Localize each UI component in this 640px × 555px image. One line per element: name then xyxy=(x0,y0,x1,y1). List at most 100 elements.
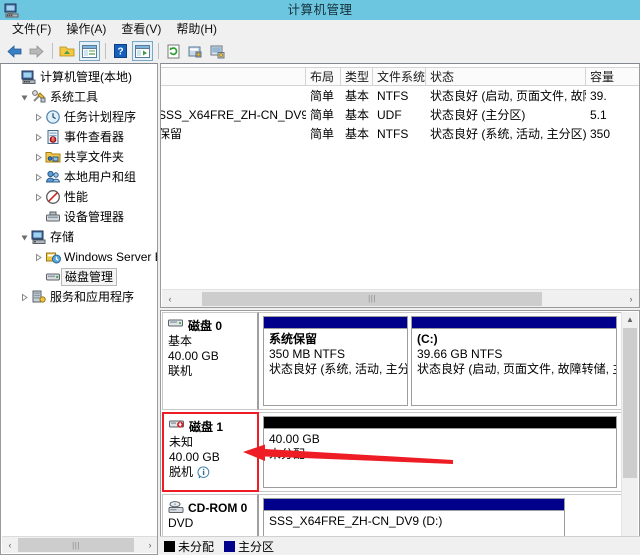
graph-vertical-scrollbar[interactable]: ▲ ▼ xyxy=(621,312,638,554)
column-header-capacity[interactable]: 容量 xyxy=(586,67,639,86)
partition-info: (C:) 39.66 GB NTFS 状态良好 (启动, 页面文件, 故障转储,… xyxy=(412,329,616,377)
menu-view[interactable]: 查看(V) xyxy=(115,21,170,39)
back-icon[interactable] xyxy=(4,41,25,61)
disk-state-row: 脱机 xyxy=(169,465,257,480)
partition-size: 39.66 GB NTFS xyxy=(417,347,503,361)
tree-item-task-scheduler[interactable]: 任务计划程序 xyxy=(5,107,157,127)
partition-c-drive[interactable]: (C:) 39.66 GB NTFS 状态良好 (启动, 页面文件, 故障转储,… xyxy=(411,316,617,406)
partition-color-bar xyxy=(412,317,616,329)
scroll-track[interactable]: ||| xyxy=(18,537,142,553)
menu-help[interactable]: 帮助(H) xyxy=(170,21,226,39)
menu-file[interactable]: 文件(F) xyxy=(6,21,60,39)
tree-item-label: 系统工具 xyxy=(50,90,99,104)
scroll-thumb[interactable]: ||| xyxy=(202,291,542,306)
tree-item-shared-folders[interactable]: 共享文件夹 xyxy=(5,147,157,167)
partition-info: 40.00 GB 未分配 xyxy=(264,429,616,462)
tree-item-disk-management[interactable]: 磁盘管理 xyxy=(5,267,157,287)
tree-expander-expanded[interactable] xyxy=(17,89,31,105)
table-row[interactable]: 保留 简单 基本 NTFS 状态良好 (系统, 活动, 主分区) 350 xyxy=(161,125,639,144)
partition-unallocated[interactable]: 40.00 GB 未分配 xyxy=(263,416,617,488)
volume-list-header: 布局 类型 文件系统 状态 容量 xyxy=(161,67,639,86)
tree-item-label: 事件查看器 xyxy=(64,130,125,144)
disk-row-disk-1[interactable]: 磁盘 1 未知 40.00 GB 脱机 40.00 GB 未分配 xyxy=(162,412,624,492)
tree-expander-expanded[interactable] xyxy=(17,229,31,245)
tree-item-windows-server-backup[interactable]: Windows Server Back xyxy=(5,247,157,267)
show-tree-icon[interactable] xyxy=(79,41,100,61)
tree-expander-collapsed[interactable] xyxy=(31,109,45,125)
scroll-thumb[interactable] xyxy=(623,328,637,478)
disk-size: 40.00 GB xyxy=(169,450,220,464)
toolbar-separator-1 xyxy=(52,43,53,59)
cell-layout: 简单 xyxy=(310,89,335,103)
tree-item-system-tools[interactable]: 系统工具 xyxy=(5,87,157,107)
scroll-right-arrow[interactable]: › xyxy=(142,537,157,553)
disk-state: 联机 xyxy=(168,364,193,378)
tree-item-computer-management[interactable]: 计算机管理(本地) xyxy=(5,67,157,87)
properties-icon[interactable] xyxy=(185,41,206,61)
tree-item-event-viewer[interactable]: ! 事件查看器 xyxy=(5,127,157,147)
disk-row-disk-0[interactable]: 磁盘 0 基本 40.00 GB 联机 系统保留 350 MB NTFS 状态良… xyxy=(162,312,624,410)
disk-size: 40.00 GB xyxy=(168,349,219,363)
up-folder-icon[interactable] xyxy=(57,41,78,61)
tree-item-services-and-applications[interactable]: 服务和应用程序 xyxy=(5,287,157,307)
partition-system-reserved[interactable]: 系统保留 350 MB NTFS 状态良好 (系统, 活动, 主分| xyxy=(263,316,408,406)
tree-expander-collapsed[interactable] xyxy=(31,169,45,185)
disk-header-disk-1[interactable]: 磁盘 1 未知 40.00 GB 脱机 xyxy=(162,412,259,492)
help-icon[interactable]: ? xyxy=(110,41,131,61)
tree-item-label: 任务计划程序 xyxy=(64,110,137,124)
tree-item-local-users-groups[interactable]: 本地用户和组 xyxy=(5,167,157,187)
legend-label: 主分区 xyxy=(238,539,275,554)
column-header-filesystem[interactable]: 文件系统 xyxy=(373,67,426,86)
partition-size: 350 MB NTFS xyxy=(269,347,346,361)
tree-horizontal-scrollbar[interactable]: ‹ ||| › xyxy=(2,536,157,553)
device-manager-icon xyxy=(45,209,61,225)
tree-item-performance[interactable]: 性能 xyxy=(5,187,157,207)
column-header-volume[interactable] xyxy=(161,67,306,86)
tree-item-label: 性能 xyxy=(64,190,89,204)
partition-status: 未分配 xyxy=(269,447,306,461)
column-header-type[interactable]: 类型 xyxy=(341,67,373,86)
table-row[interactable]: 简单 基本 NTFS 状态良好 (启动, 页面文件, 故障转储, 主分区) 39… xyxy=(161,87,639,106)
scroll-up-arrow[interactable]: ▲ xyxy=(622,312,638,327)
rescan-disks-icon[interactable] xyxy=(207,41,228,61)
partition-info: 系统保留 350 MB NTFS 状态良好 (系统, 活动, 主分| xyxy=(264,329,407,377)
column-header-status[interactable]: 状态 xyxy=(426,67,586,86)
forward-icon[interactable] xyxy=(26,41,47,61)
partition-legend: 未分配 主分区 xyxy=(160,536,640,555)
volume-list-horizontal-scrollbar[interactable]: ‹ ||| › xyxy=(162,289,639,307)
backup-icon xyxy=(45,249,61,265)
menu-action[interactable]: 操作(A) xyxy=(60,21,115,39)
disk-name: 磁盘 0 xyxy=(188,319,223,333)
scroll-track[interactable]: ||| xyxy=(178,290,623,307)
disk-header-disk-0[interactable]: 磁盘 0 基本 40.00 GB 联机 xyxy=(162,312,259,410)
computer-icon xyxy=(21,69,37,85)
tree-item-storage[interactable]: 存储 xyxy=(5,227,157,247)
shared-folder-icon xyxy=(45,149,61,165)
graphical-disk-view: 磁盘 0 基本 40.00 GB 联机 系统保留 350 MB NTFS 状态良… xyxy=(160,310,640,555)
cell-status: 状态良好 (系统, 活动, 主分区) xyxy=(430,127,586,141)
tree-expander-collapsed[interactable] xyxy=(31,189,45,205)
scroll-left-arrow[interactable]: ‹ xyxy=(2,537,18,553)
cell-filesystem: NTFS xyxy=(377,89,409,103)
computer-management-window: 计算机管理 文件(F) 操作(A) 查看(V) 帮助(H) ? 计算机管理(本地… xyxy=(0,0,640,555)
svg-text:?: ? xyxy=(117,47,123,58)
scroll-thumb[interactable]: ||| xyxy=(18,538,134,552)
table-row[interactable]: SSS_X64FRE_ZH-CN_DV9 (D:) 简单 基本 UDF 状态良好… xyxy=(161,106,639,125)
cell-filesystem: NTFS xyxy=(377,127,409,141)
cell-volume xyxy=(161,87,306,106)
scroll-left-arrow[interactable]: ‹ xyxy=(162,290,178,307)
info-icon[interactable] xyxy=(193,466,210,479)
tree-item-device-manager[interactable]: 设备管理器 xyxy=(5,207,157,227)
tree-expander-collapsed[interactable] xyxy=(17,289,31,305)
tree-expander-collapsed[interactable] xyxy=(31,149,45,165)
column-header-layout[interactable]: 布局 xyxy=(306,67,341,86)
tree-expander-collapsed[interactable] xyxy=(31,129,45,145)
tree-expander-collapsed[interactable] xyxy=(31,249,45,265)
tree-item-label: 设备管理器 xyxy=(64,210,125,224)
refresh-icon[interactable] xyxy=(163,41,184,61)
show-action-pane-icon[interactable] xyxy=(132,41,153,61)
main-content: 计算机管理(本地) 系统工具 任务计划程序 ! 事件查看器 共享文件夹 本地用户… xyxy=(0,63,640,555)
scroll-right-arrow[interactable]: › xyxy=(623,290,639,307)
tree-item-label: 存储 xyxy=(50,230,75,244)
partition-info: SSS_X64FRE_ZH-CN_DV9 (D:) xyxy=(264,511,564,529)
